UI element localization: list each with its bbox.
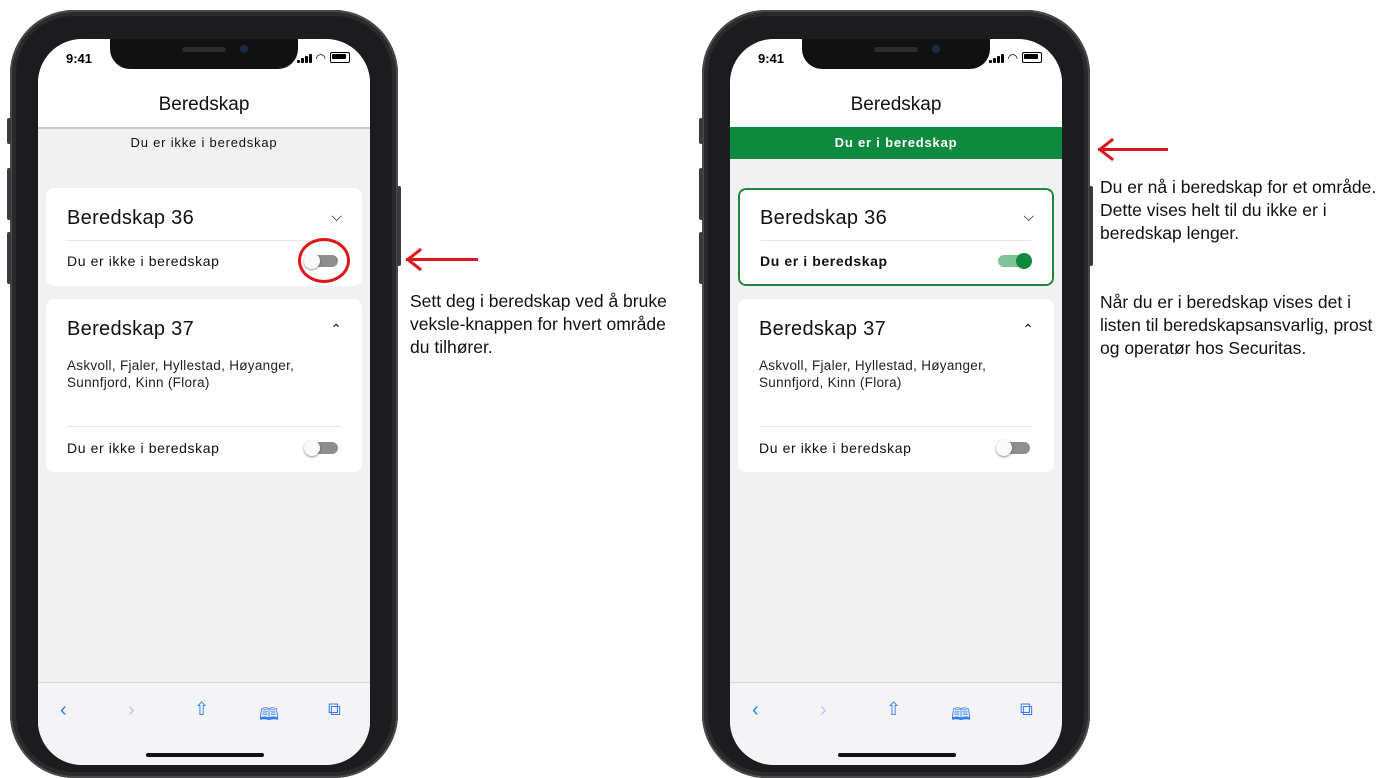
- phone-frame-right: 9:41 ◠ Beredskap Du er i beredskap Bered…: [699, 10, 1093, 778]
- tabs-icon[interactable]: ⧉: [328, 699, 341, 720]
- forward-icon: ›: [820, 699, 827, 721]
- home-indicator: [838, 753, 956, 757]
- card-title: Beredskap 36: [67, 207, 195, 229]
- area-list: Askvoll, Fjaler, Hyllestad, Høyanger, Su…: [67, 358, 295, 390]
- divider: [761, 240, 1031, 241]
- browser-toolbar: ‹ › ⇧ 🕮 ⧉: [730, 682, 1062, 765]
- annotation-banner-hint: Du er nå i beredskap for et område. Dett…: [1100, 177, 1377, 243]
- status-time: 9:41: [758, 51, 785, 66]
- annotation-arrow-left: [406, 258, 478, 261]
- notch: [802, 39, 990, 69]
- back-icon[interactable]: ‹: [752, 699, 759, 722]
- volume-down-button: [699, 232, 703, 284]
- chevron-down-icon[interactable]: ⌵: [1023, 208, 1034, 225]
- area-card-beredskap-36[interactable]: Beredskap 36 ⌵ Du er ikke i beredskap: [46, 188, 362, 286]
- browser-toolbar: ‹ › ⇧ 🕮 ⧉: [38, 682, 370, 765]
- chevron-up-icon[interactable]: ⌃: [330, 321, 342, 338]
- area-card-beredskap-37[interactable]: Beredskap 37 ⌃ Askvoll, Fjaler, Hyllesta…: [738, 299, 1054, 472]
- divider: [759, 426, 1033, 427]
- highlight-circle: [298, 238, 350, 283]
- toggle-label: Du er ikke i beredskap: [759, 440, 912, 456]
- mute-switch: [7, 118, 11, 144]
- phone-screen: 9:41 ◠ Beredskap Du er ikke i beredskap …: [38, 39, 370, 765]
- area-list: Askvoll, Fjaler, Hyllestad, Høyanger, Su…: [759, 358, 987, 390]
- standby-toggle[interactable]: [304, 440, 338, 456]
- toggle-label: Du er ikke i beredskap: [67, 253, 220, 269]
- card-title: Beredskap 37: [67, 318, 195, 340]
- status-time: 9:41: [66, 51, 93, 66]
- tabs-icon[interactable]: ⧉: [1020, 699, 1033, 720]
- chevron-down-icon[interactable]: ⌵: [331, 208, 342, 225]
- bookmarks-icon[interactable]: 🕮: [259, 702, 279, 731]
- standby-toggle[interactable]: [998, 253, 1032, 269]
- toggle-label: Du er ikke i beredskap: [67, 440, 220, 456]
- divider: [67, 426, 341, 427]
- area-card-beredskap-36[interactable]: Beredskap 36 ⌵ Du er i beredskap: [738, 188, 1054, 286]
- wifi-icon: ◠: [315, 51, 326, 65]
- annotation-arrow-right: [1098, 148, 1168, 151]
- area-card-beredskap-37[interactable]: Beredskap 37 ⌃ Askvoll, Fjaler, Hyllesta…: [46, 299, 362, 472]
- back-icon[interactable]: ‹: [60, 699, 67, 722]
- power-button: [397, 186, 401, 266]
- phone-frame-left: 9:41 ◠ Beredskap Du er ikke i beredskap …: [7, 10, 401, 778]
- mute-switch: [699, 118, 703, 144]
- share-icon[interactable]: ⇧: [886, 699, 901, 720]
- volume-up-button: [7, 168, 11, 220]
- battery-icon: [330, 52, 350, 63]
- home-indicator: [146, 753, 264, 757]
- notch: [110, 39, 298, 69]
- card-title: Beredskap 36: [760, 207, 888, 229]
- annotation-toggle-hint: Sett deg i beredskap ved å bruke veksle-…: [410, 291, 667, 357]
- signal-icon: [988, 54, 1004, 63]
- wifi-icon: ◠: [1007, 51, 1018, 65]
- battery-icon: [1022, 52, 1042, 63]
- volume-down-button: [7, 232, 11, 284]
- page-title: Beredskap: [730, 83, 1062, 127]
- divider: [67, 240, 341, 241]
- page-title: Beredskap: [38, 83, 370, 129]
- annotation-list-hint: Når du er i beredskap vises det i listen…: [1100, 292, 1373, 358]
- status-banner: Du er ikke i beredskap: [130, 135, 278, 150]
- volume-up-button: [699, 168, 703, 220]
- signal-icon: [296, 54, 312, 63]
- status-banner-active: Du er i beredskap: [730, 127, 1062, 159]
- power-button: [1089, 186, 1093, 266]
- card-title: Beredskap 37: [759, 318, 887, 340]
- standby-toggle[interactable]: [996, 440, 1030, 456]
- share-icon[interactable]: ⇧: [194, 699, 209, 720]
- forward-icon: ›: [128, 699, 135, 721]
- phone-screen: 9:41 ◠ Beredskap Du er i beredskap Bered…: [730, 39, 1062, 765]
- chevron-up-icon[interactable]: ⌃: [1022, 321, 1034, 338]
- toggle-label: Du er i beredskap: [760, 253, 888, 269]
- bookmarks-icon[interactable]: 🕮: [951, 702, 971, 731]
